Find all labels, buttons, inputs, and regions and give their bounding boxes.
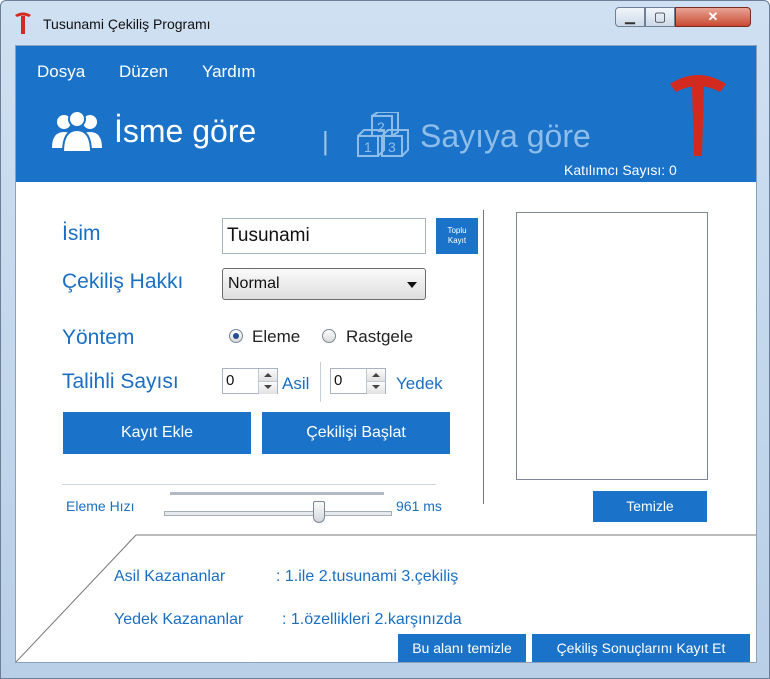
save-results-button[interactable]: Çekiliş Sonuçlarını Kayıt Et [532,634,750,662]
close-button[interactable]: ✕ [675,7,751,27]
bulk-register-button[interactable]: Toplu Kayıt [436,218,478,254]
number-blocks-icon: 1 3 2 [357,112,409,157]
clear-list-button[interactable]: Temizle [593,491,707,522]
lucky-count-label: Talihli Sayısı [62,370,179,393]
main-stepper-buttons [258,369,277,394]
main-count-down-button[interactable] [259,381,277,394]
speed-value: 961 ms [396,498,442,514]
radio-eleme-label[interactable]: Eleme [252,327,300,347]
draw-right-select[interactable]: Normal [222,268,426,300]
slider-top-line [170,492,384,495]
dropdown-arrow-icon [407,282,417,288]
main-count-up-button[interactable] [259,369,277,381]
maximize-button[interactable]: ▢ [645,7,675,27]
reserve-count-value: 0 [334,372,343,389]
menu-dosya[interactable]: Dosya [37,62,85,82]
speed-slider-track[interactable] [164,511,392,516]
client-area: Dosya Düzen Yardım İsme göre | 1 3 2 Say… [15,45,757,663]
tab-by-number-label: Sayıya göre [420,117,591,154]
bulk-register-line1: Toplu [447,226,467,235]
menu-duzen[interactable]: Düzen [119,62,168,82]
app-logo-icon [15,12,31,34]
speed-slider-thumb[interactable] [313,501,325,523]
reserve-winners-label: Yedek Kazananlar [114,611,244,628]
start-draw-button[interactable]: Çekilişi Başlat [262,412,450,454]
main-winners-value: : 1.ile 2.tusunami 3.çekiliş [276,568,459,585]
reserve-stepper-buttons [366,369,385,394]
svg-text:2: 2 [377,119,385,135]
tab-separator: | [322,126,329,156]
name-input[interactable]: Tusunami [222,218,426,254]
method-label: Yöntem [62,326,135,349]
clear-results-button[interactable]: Bu alanı temizle [398,634,526,662]
active-tab-pointer [186,218,214,232]
draw-right-label: Çekiliş Hakkı [62,270,184,293]
app-window: Tusunami Çekiliş Programı ▁ ▢ ✕ Dosya Dü… [0,0,770,679]
menu-bar: Dosya Düzen Yardım [16,46,756,96]
brand-logo-icon [670,75,726,156]
form-divider [62,484,436,485]
title-bar: Tusunami Çekiliş Programı ▁ ▢ ✕ [1,1,769,45]
window-title: Tusunami Çekiliş Programı [43,16,211,32]
menu-yardim[interactable]: Yardım [202,62,256,82]
panel-divider [483,210,484,504]
svg-text:1: 1 [364,139,372,155]
participant-count: Katılımcı Sayısı: 0 [564,162,677,178]
main-count-value: 0 [226,372,235,389]
radio-rastgele[interactable] [322,329,336,343]
radio-rastgele-label[interactable]: Rastgele [346,327,413,347]
svg-text:3: 3 [388,139,396,155]
draw-right-value: Normal [228,275,280,292]
users-icon [52,110,102,152]
minimize-button[interactable]: ▁ [615,7,645,27]
participant-list[interactable] [516,212,708,480]
main-winners-label: Asil Kazananlar [114,568,226,585]
tab-by-number[interactable]: 1 3 2 Sayıya göre [356,112,591,160]
reserve-label: Yedek [396,374,443,393]
main-label: Asil [282,374,310,393]
reserve-count-stepper[interactable]: 0 [330,368,386,394]
speed-label: Eleme Hızı [66,498,135,514]
name-label: İsim [62,222,101,245]
tab-by-name[interactable]: İsme göre [50,110,256,152]
reserve-count-up-button[interactable] [367,369,385,381]
reserve-winners-value: : 1.özellikleri 2.karşınızda [282,611,462,628]
main-count-stepper[interactable]: 0 [222,368,278,394]
bulk-register-line2: Kayıt [447,236,467,245]
add-record-button[interactable]: Kayıt Ekle [63,412,251,454]
stepper-divider [320,362,321,402]
mode-header: İsme göre | 1 3 2 Sayıya göre Katılımcı … [16,75,756,232]
reserve-count-down-button[interactable] [367,381,385,394]
tab-by-name-label: İsme göre [114,112,257,149]
radio-eleme[interactable] [229,329,243,343]
